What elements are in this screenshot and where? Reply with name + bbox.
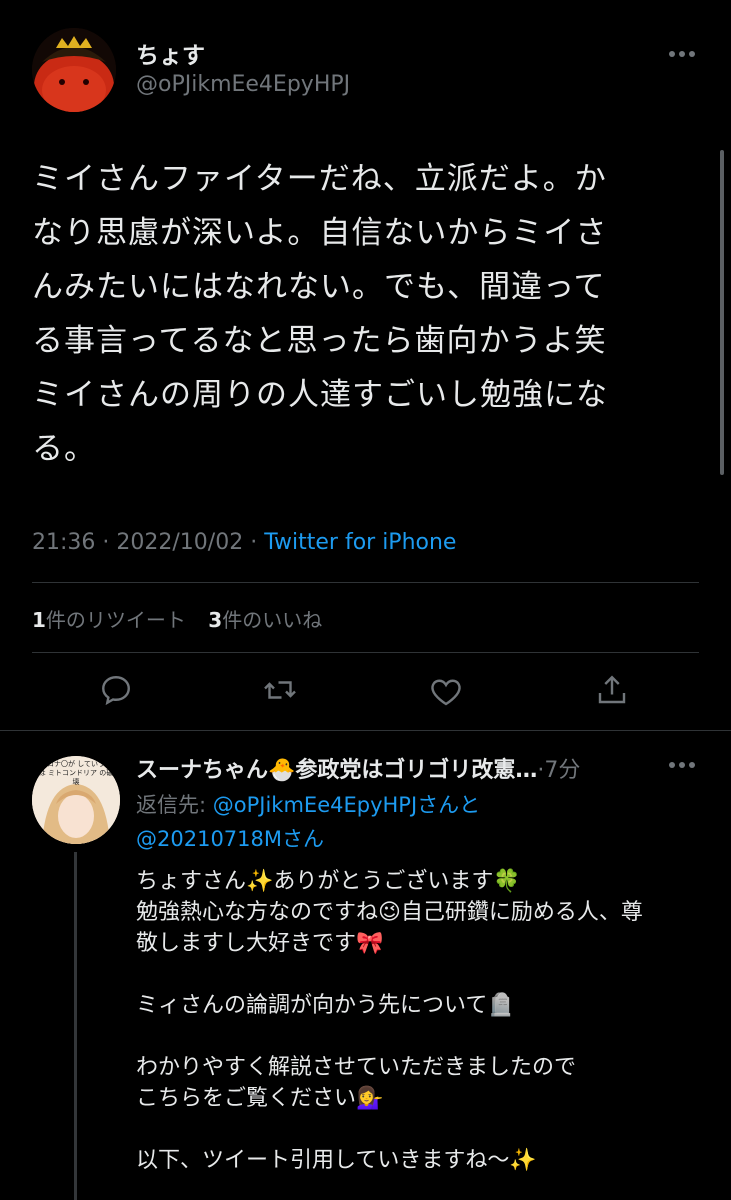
reply-avatar-caption: コロナ〇が していうのは ミトコンドリア の破壊 [38,760,114,786]
like-count: 3 [208,608,223,632]
like-button[interactable] [424,670,468,714]
reply-and: さんと [417,793,481,817]
divider [32,652,699,653]
tweet-source-link[interactable]: Twitter for iPhone [264,530,456,555]
divider [0,730,731,731]
reply-display-name[interactable]: スーナちゃん🐣参政党はゴリゴリ改憲… [136,758,537,783]
reply-avatar[interactable]: コロナ〇が していうのは ミトコンドリア の破壊 [32,756,120,844]
retweet-stat[interactable]: 1件のリツイート [32,608,192,632]
reply-to-handle-1[interactable]: @oPJikmEe4EpyHPJ [213,793,417,817]
divider [32,582,699,583]
more-horizontal-icon[interactable] [664,755,700,775]
reply-text: ちょすさん✨ありがとうございます🍀 勉強熱心な方なのですね😉自己研鑽に励める人、… [136,869,643,1173]
tweet-stats: 1件のリツイート 3件のいいね [32,604,322,633]
tweet-display-name[interactable]: ちょす [136,36,205,70]
more-horizontal-icon[interactable] [664,44,700,64]
retweet-label: 件のリツイート [45,608,186,632]
retweet-icon [264,681,296,699]
tweet-meta: 21:36 · 2022/10/02 · Twitter for iPhone [32,530,456,555]
tweet-time: 21:36 [32,530,96,555]
meta-separator-2: · [250,530,258,555]
like-label: 件のいいね [222,608,323,632]
share-button[interactable] [590,668,634,712]
reply-time[interactable]: 7分 [544,758,580,783]
meta-separator: · [102,530,110,555]
tweet-text: ミイさんファイターだね、立派だよ。か なり思慮が深いよ。自信ないからミイさ んみ… [32,161,608,467]
reply-to-line: 返信先: @oPJikmEe4EpyHPJさんと @20210718Mさん [136,788,696,856]
reply-icon [102,676,130,706]
avatar[interactable] [32,28,116,112]
retweet-count: 1 [32,608,46,632]
thread-line [74,852,77,1200]
reply-header: スーナちゃん🐣参政党はゴリゴリ改憲…·7分 [136,752,580,784]
tweet-date: 2022/10/02 [116,530,244,555]
tweet-handle[interactable]: @oPJikmEe4EpyHPJ [136,72,350,97]
avatar-image [32,28,116,112]
reply-san: さん [282,827,325,851]
reply-prefix: 返信先: [136,793,213,817]
reply-to-handle-2[interactable]: @20210718M [136,827,282,851]
share-icon [598,675,626,704]
retweet-button[interactable] [258,668,302,712]
like-stat[interactable]: 3件のいいね [208,608,322,632]
heart-icon [431,679,461,706]
reply-button[interactable] [94,668,138,712]
scrollbar[interactable] [720,150,724,475]
